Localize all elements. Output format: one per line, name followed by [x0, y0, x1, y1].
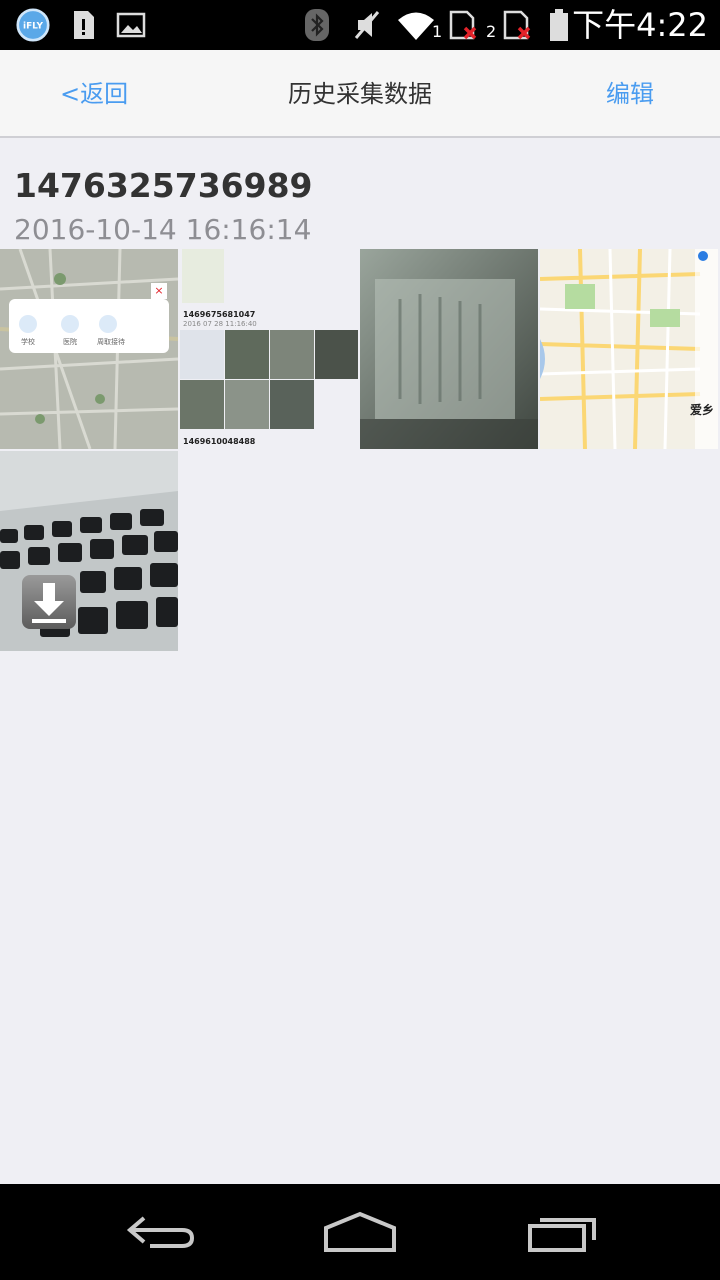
recents-nav-icon[interactable] — [510, 1204, 610, 1260]
popup-label-route: 周取接待 — [97, 338, 125, 346]
walk-icon — [99, 315, 117, 333]
edit-button[interactable]: 编辑 — [606, 78, 654, 110]
collage-cell — [270, 380, 314, 429]
download-icon[interactable] — [22, 575, 76, 629]
home-nav-icon[interactable] — [310, 1204, 410, 1260]
collage-cell — [225, 380, 269, 429]
map-info-icon — [698, 251, 708, 261]
collage-id-1: 1469675681047 — [183, 310, 256, 319]
map-popup: 学校 医院 周取接待 — [9, 299, 169, 353]
battery-icon — [542, 8, 576, 42]
sim1-icon — [446, 8, 480, 42]
collage-date-1: 2016 07 28 11:16:40 — [183, 320, 257, 328]
status-bar: iFLY 1 2 下午4:22 — [0, 0, 720, 50]
popup-close-icon[interactable]: × — [151, 283, 167, 299]
thumbnail-keyboard-photo[interactable] — [0, 451, 178, 651]
bluetooth-icon — [300, 8, 334, 42]
map-corner-text: 爱乡 — [690, 403, 715, 417]
popup-label-school: 学校 — [21, 338, 35, 346]
thumbnail-collage[interactable]: 1469675681047 2016 07 28 11:16:40 146961… — [180, 249, 358, 449]
collage-cell — [270, 330, 314, 379]
collage-mini-map — [182, 249, 224, 303]
ifly-icon: iFLY — [16, 8, 50, 42]
popup-label-hospital: 医院 — [63, 338, 77, 346]
school-icon — [19, 315, 37, 333]
thumbnail-map-popup[interactable]: × 学校 医院 周取接待 — [0, 249, 178, 449]
hospital-icon — [61, 315, 79, 333]
svg-text:iFLY: iFLY — [23, 22, 43, 32]
collage-cell — [180, 380, 224, 429]
collage-id-2: 1469610048488 — [183, 437, 256, 446]
collage-cell — [180, 330, 224, 379]
sim1-label: 1 — [432, 22, 443, 41]
record-id: 1476325736989 — [14, 166, 313, 205]
thumbnail-color-map[interactable]: 爱乡 — [540, 249, 718, 449]
sim2-icon — [500, 8, 534, 42]
screen-photo-image — [360, 249, 538, 449]
system-navigation-bar — [0, 1184, 720, 1280]
image-icon — [114, 8, 148, 42]
collage-cell — [315, 330, 358, 379]
navigation-bar: <返回 历史采集数据 编辑 — [0, 50, 720, 138]
wifi-icon — [396, 8, 436, 42]
back-nav-icon[interactable] — [110, 1204, 210, 1260]
collage-cell — [225, 330, 269, 379]
color-map-image — [540, 249, 718, 449]
status-time: 下午4:22 — [572, 6, 708, 44]
record-datetime: 2016-10-14 16:16:14 — [14, 213, 312, 246]
sim2-label: 2 — [486, 22, 497, 41]
mute-icon — [350, 8, 384, 42]
thumbnail-screen-photo[interactable] — [360, 249, 538, 449]
sd-card-icon — [66, 8, 100, 42]
